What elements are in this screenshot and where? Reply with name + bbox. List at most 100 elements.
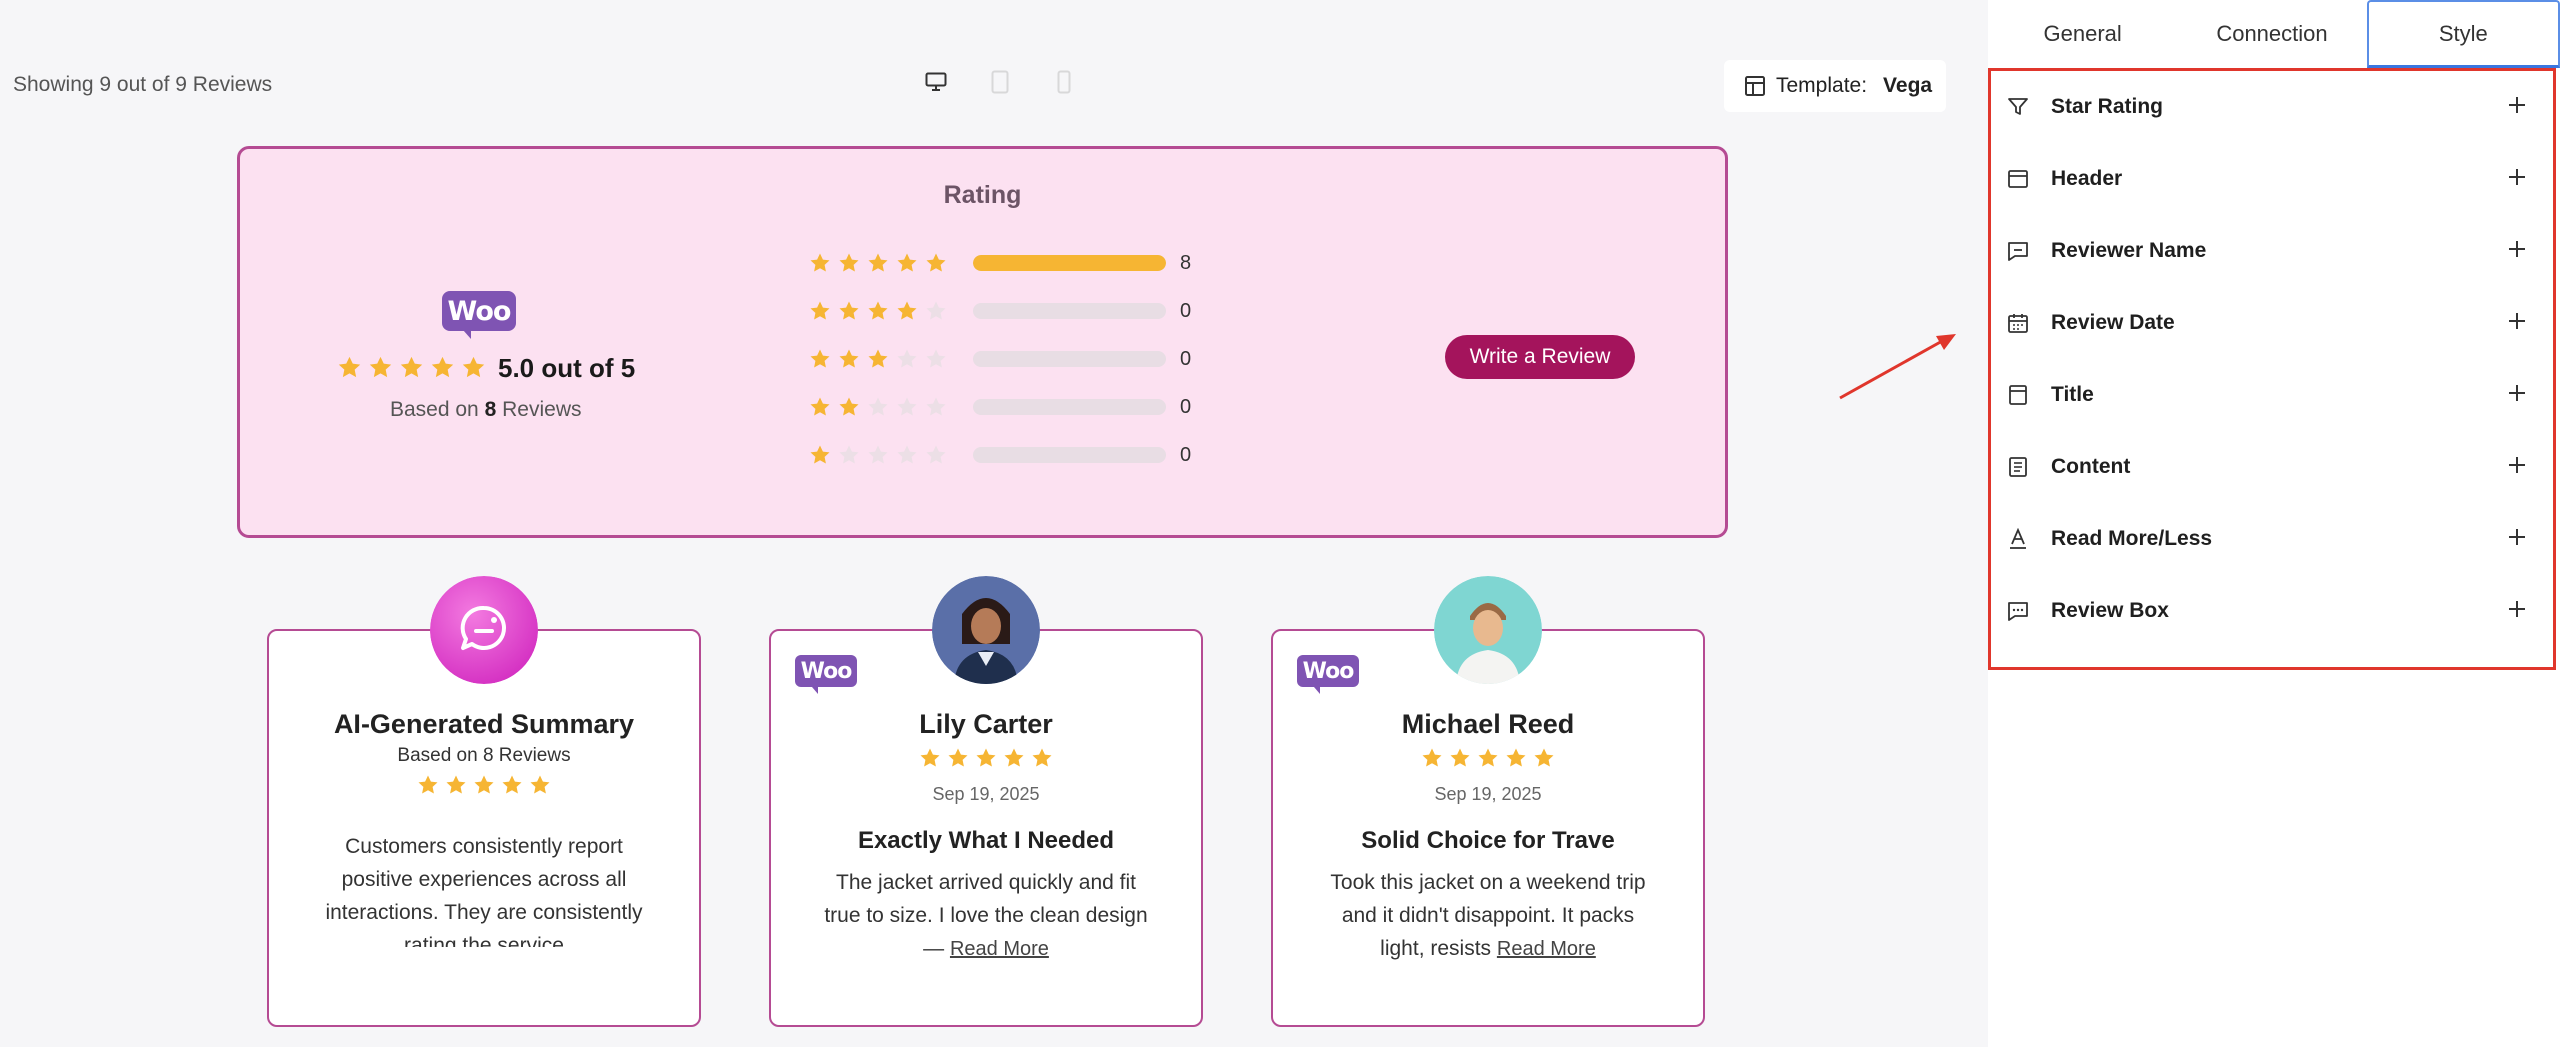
read-more-link[interactable]: Read More [1497, 938, 1596, 960]
plus-icon[interactable] [2505, 165, 2529, 189]
plus-icon[interactable] [2505, 525, 2529, 549]
review-card-lily: Woo Lily Carter Sep 19, 2025 Exactly Wha… [769, 576, 1203, 1027]
star-icon [897, 349, 917, 368]
ai-avatar [430, 576, 538, 684]
star-icon [948, 748, 968, 767]
section-header[interactable]: Header [1991, 143, 2553, 215]
star-icon [400, 356, 423, 378]
avatar [1434, 576, 1542, 684]
star-icon [839, 445, 859, 464]
based-prefix: Based on [390, 398, 479, 421]
tablet-icon [991, 70, 1009, 94]
review-box-icon [2005, 598, 2031, 624]
section-label: Review Box [2051, 599, 2169, 622]
section-content[interactable]: Content [1991, 431, 2553, 503]
section-review-date[interactable]: Review Date [1991, 287, 2553, 359]
template-selector[interactable]: Template: Vega [1724, 60, 1946, 112]
review-card-michael: Woo Michael Reed Sep 19, 2025 Solid Choi… [1271, 576, 1705, 1027]
woo-logo: Woo [442, 291, 516, 339]
distribution-bar [973, 447, 1166, 463]
write-review-button[interactable]: Write a Review [1445, 335, 1635, 379]
star-icon [926, 301, 946, 320]
distribution-bar [973, 399, 1166, 415]
distribution-row: 0 [808, 287, 1191, 335]
mobile-icon [1057, 70, 1071, 94]
distribution-count: 0 [1180, 395, 1192, 418]
distribution-stars [808, 299, 973, 323]
template-icon [1745, 76, 1765, 96]
average-score: 5.0 out of 5 [498, 353, 636, 383]
section-label: Title [2051, 383, 2094, 406]
distribution-count: 0 [1180, 443, 1192, 466]
star-icon [810, 397, 830, 416]
distribution-row: 0 [808, 431, 1191, 479]
plus-icon[interactable] [2505, 93, 2529, 117]
section-reviewer-name[interactable]: Reviewer Name [1991, 215, 2553, 287]
star-icon [810, 301, 830, 320]
section-star-rating[interactable]: Star Rating [1991, 71, 2553, 143]
ai-card-title: AI-Generated Summary [333, 709, 635, 739]
tab-general[interactable]: General [1988, 0, 2177, 68]
star-icon [1506, 748, 1526, 767]
distribution-stars [808, 347, 973, 371]
reviewer-name: Lily Carter [919, 709, 1053, 739]
review-stars [1273, 746, 1703, 770]
title-icon [2005, 382, 2031, 408]
plus-icon[interactable] [2505, 453, 2529, 477]
template-value: Vega [1883, 74, 1933, 97]
header-icon [2005, 166, 2031, 192]
star-icon [530, 775, 550, 794]
desktop-view-button[interactable] [918, 64, 954, 100]
star-icon [839, 349, 859, 368]
plus-icon[interactable] [2505, 237, 2529, 261]
star-icon [474, 775, 494, 794]
average-stars [336, 354, 487, 381]
style-sections-list: Star Rating Header Reviewer Name Review … [1988, 68, 2556, 670]
woo-badge: Woo [1297, 655, 1359, 694]
plus-icon[interactable] [2505, 309, 2529, 333]
review-date: Sep 19, 2025 [932, 784, 1040, 804]
plus-icon[interactable] [2505, 597, 2529, 621]
section-read-more-less[interactable]: Read More/Less [1991, 503, 2553, 575]
star-icon [976, 748, 996, 767]
calendar-icon [2005, 310, 2031, 336]
star-icon [897, 397, 917, 416]
woo-badge-text: Woo [1302, 658, 1355, 684]
distribution-bar [973, 303, 1166, 319]
device-switcher [918, 64, 1082, 100]
section-review-box[interactable]: Review Box [1991, 575, 2553, 647]
star-icon [1032, 748, 1052, 767]
star-icon [810, 445, 830, 464]
tab-style[interactable]: Style [2366, 0, 2560, 68]
star-icon [897, 253, 917, 272]
reviewer-name: Michael Reed [1401, 709, 1575, 739]
template-label: Template: [1776, 74, 1868, 97]
star-icon [1004, 748, 1024, 767]
read-more-link[interactable]: Read More [950, 938, 1049, 960]
distribution-count: 8 [1180, 251, 1192, 274]
plus-icon[interactable] [2505, 381, 2529, 405]
distribution-bar [973, 351, 1166, 367]
text-a-icon [2005, 526, 2031, 552]
star-icon [446, 775, 466, 794]
avatar [932, 576, 1040, 684]
mobile-view-button[interactable] [1046, 64, 1082, 100]
star-icon [1422, 748, 1442, 767]
tab-connection[interactable]: Connection [2177, 0, 2366, 68]
star-icon [868, 301, 888, 320]
content-icon [2005, 454, 2031, 480]
star-icon [338, 356, 361, 378]
star-icon [431, 356, 454, 378]
star-icon [462, 356, 485, 378]
star-icon [868, 397, 888, 416]
review-title: Exactly What I Needed [857, 827, 1115, 854]
section-title[interactable]: Title [1991, 359, 2553, 431]
ai-card-stars [269, 773, 699, 797]
based-on-text: Based on 8 Reviews [390, 398, 581, 422]
lily-avatar-icon [932, 576, 1040, 684]
distribution-row: 8 [808, 239, 1191, 287]
ai-card-body: Customers consistently report positive e… [325, 835, 643, 947]
section-label: Header [2051, 167, 2123, 190]
tablet-view-button[interactable] [982, 64, 1018, 100]
star-icon [839, 397, 859, 416]
